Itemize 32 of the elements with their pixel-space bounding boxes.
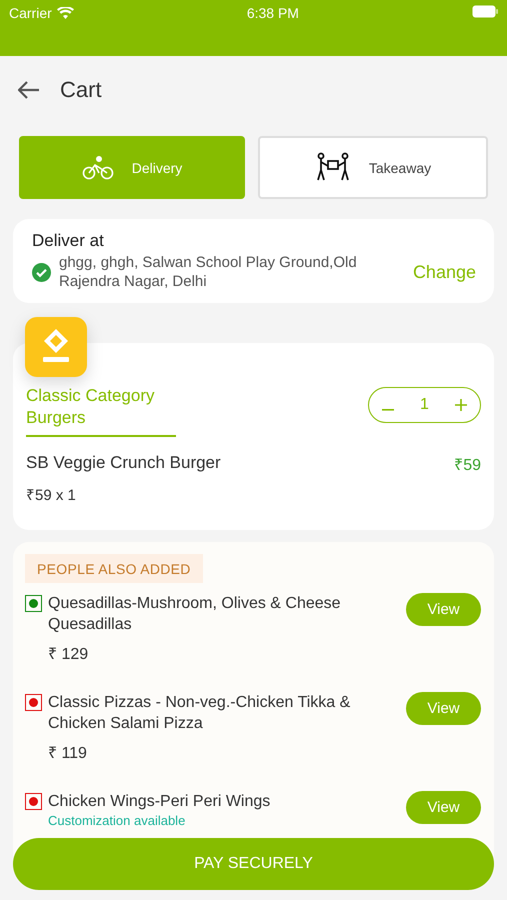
quantity-value: 1 <box>420 396 429 414</box>
clock-time: 6:38 PM <box>246 5 299 21</box>
wifi-icon <box>56 7 74 19</box>
delivery-mode-tab[interactable]: Delivery <box>19 136 245 199</box>
view-button[interactable]: View <box>406 593 481 626</box>
page-title: Cart <box>60 77 102 103</box>
change-link[interactable]: Change <box>412 262 476 282</box>
back-arrow-icon[interactable] <box>18 81 40 99</box>
view-button[interactable]: View <box>406 791 481 824</box>
unit-price: ₹59 x 1 <box>26 486 77 504</box>
pay-button[interactable]: PAY SECURELY <box>13 838 494 890</box>
food-type-icon <box>25 694 42 711</box>
suggested-item-price: ₹ 119 <box>48 744 88 763</box>
carrier-label: Carrier <box>9 5 52 21</box>
category-title: Classic Category Burgers <box>26 385 176 437</box>
customization-note: Customization available <box>48 814 186 828</box>
suggested-item-price: ₹ 129 <box>48 645 90 664</box>
address-heading: Deliver at <box>32 231 105 251</box>
suggested-item-name: Chicken Wings-Peri Peri Wings <box>48 792 272 812</box>
item-total: ₹59 <box>454 456 481 475</box>
battery-icon <box>472 5 499 18</box>
item-name: SB Veggie Crunch Burger <box>26 453 221 474</box>
suggested-item-name: Quesadillas-Mushroom, Olives & Cheese Quesadillas <box>48 594 342 635</box>
delivery-mode-tab[interactable]: Takeaway <box>258 136 488 199</box>
bicycle-icon <box>82 156 114 180</box>
address-text: ghgg, ghgh, Salwan School Play Ground,Old Rajendra Nagar, Delhi <box>59 253 358 291</box>
section-badge: PEOPLE ALSO ADDED <box>25 554 203 583</box>
food-type-icon <box>25 595 42 612</box>
food-type-icon <box>25 793 42 810</box>
view-button[interactable]: View <box>406 692 481 725</box>
check-circle-icon <box>32 262 51 282</box>
suggested-item-name: Classic Pizzas - Non-veg.-Chicken Tikka & Chicken Salami Pizza <box>48 693 352 734</box>
